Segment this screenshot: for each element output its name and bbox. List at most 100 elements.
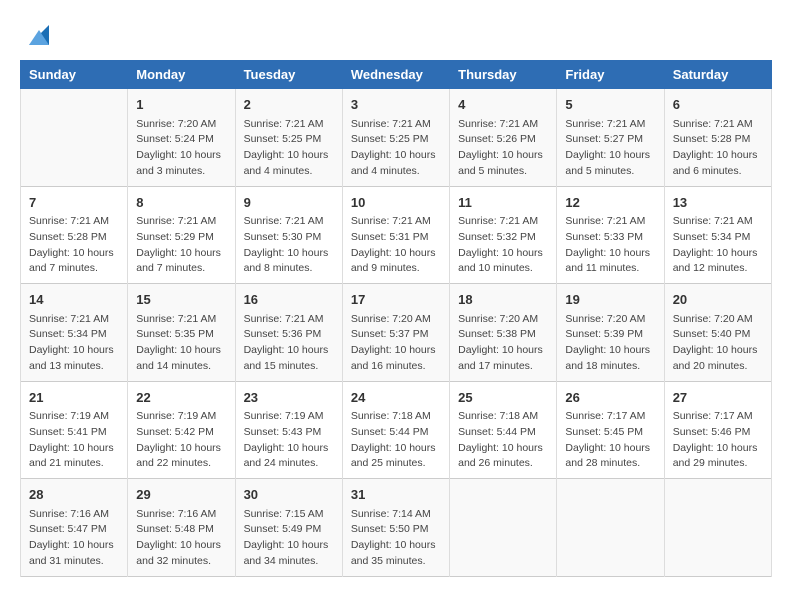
calendar-cell: 3Sunrise: 7:21 AMSunset: 5:25 PMDaylight… bbox=[342, 89, 449, 187]
day-info: Sunrise: 7:16 AM bbox=[136, 507, 226, 523]
calendar-cell: 4Sunrise: 7:21 AMSunset: 5:26 PMDaylight… bbox=[450, 89, 557, 187]
day-info: Sunrise: 7:18 AM bbox=[351, 409, 441, 425]
header-saturday: Saturday bbox=[664, 61, 771, 89]
header-sunday: Sunday bbox=[21, 61, 128, 89]
calendar-cell: 9Sunrise: 7:21 AMSunset: 5:30 PMDaylight… bbox=[235, 186, 342, 284]
day-info: and 25 minutes. bbox=[351, 456, 441, 472]
calendar-cell bbox=[557, 479, 664, 577]
day-number: 12 bbox=[565, 193, 655, 213]
day-info: Sunset: 5:35 PM bbox=[136, 327, 226, 343]
day-info: Sunrise: 7:21 AM bbox=[351, 214, 441, 230]
day-info: Daylight: 10 hours bbox=[565, 148, 655, 164]
day-number: 23 bbox=[244, 388, 334, 408]
day-info: Daylight: 10 hours bbox=[673, 148, 763, 164]
day-info: Sunrise: 7:14 AM bbox=[351, 507, 441, 523]
day-info: Daylight: 10 hours bbox=[673, 441, 763, 457]
day-info: Daylight: 10 hours bbox=[29, 246, 119, 262]
calendar-cell: 22Sunrise: 7:19 AMSunset: 5:42 PMDayligh… bbox=[128, 381, 235, 479]
calendar-week-row: 7Sunrise: 7:21 AMSunset: 5:28 PMDaylight… bbox=[21, 186, 772, 284]
day-info: Sunrise: 7:21 AM bbox=[136, 312, 226, 328]
day-info: Sunset: 5:25 PM bbox=[244, 132, 334, 148]
calendar-cell: 19Sunrise: 7:20 AMSunset: 5:39 PMDayligh… bbox=[557, 284, 664, 382]
day-number: 3 bbox=[351, 95, 441, 115]
day-info: Daylight: 10 hours bbox=[565, 441, 655, 457]
header-tuesday: Tuesday bbox=[235, 61, 342, 89]
day-number: 8 bbox=[136, 193, 226, 213]
day-info: Sunset: 5:47 PM bbox=[29, 522, 119, 538]
day-info: and 4 minutes. bbox=[244, 164, 334, 180]
day-number: 14 bbox=[29, 290, 119, 310]
day-info: and 35 minutes. bbox=[351, 554, 441, 570]
day-info: Daylight: 10 hours bbox=[351, 148, 441, 164]
day-number: 15 bbox=[136, 290, 226, 310]
day-info: Sunset: 5:44 PM bbox=[351, 425, 441, 441]
day-number: 17 bbox=[351, 290, 441, 310]
page-header bbox=[20, 20, 772, 50]
day-info: Sunrise: 7:21 AM bbox=[244, 117, 334, 133]
calendar-cell: 25Sunrise: 7:18 AMSunset: 5:44 PMDayligh… bbox=[450, 381, 557, 479]
calendar-cell: 15Sunrise: 7:21 AMSunset: 5:35 PMDayligh… bbox=[128, 284, 235, 382]
day-info: Daylight: 10 hours bbox=[136, 148, 226, 164]
day-number: 19 bbox=[565, 290, 655, 310]
calendar-cell: 5Sunrise: 7:21 AMSunset: 5:27 PMDaylight… bbox=[557, 89, 664, 187]
day-info: and 20 minutes. bbox=[673, 359, 763, 375]
day-number: 25 bbox=[458, 388, 548, 408]
day-info: and 13 minutes. bbox=[29, 359, 119, 375]
day-info: Sunset: 5:33 PM bbox=[565, 230, 655, 246]
day-info: Sunrise: 7:21 AM bbox=[351, 117, 441, 133]
calendar-cell: 16Sunrise: 7:21 AMSunset: 5:36 PMDayligh… bbox=[235, 284, 342, 382]
day-info: Daylight: 10 hours bbox=[351, 343, 441, 359]
day-info: and 18 minutes. bbox=[565, 359, 655, 375]
day-info: Sunrise: 7:20 AM bbox=[673, 312, 763, 328]
day-number: 4 bbox=[458, 95, 548, 115]
day-info: and 8 minutes. bbox=[244, 261, 334, 277]
calendar-cell: 20Sunrise: 7:20 AMSunset: 5:40 PMDayligh… bbox=[664, 284, 771, 382]
header-friday: Friday bbox=[557, 61, 664, 89]
day-info: Sunrise: 7:21 AM bbox=[673, 214, 763, 230]
day-number: 6 bbox=[673, 95, 763, 115]
day-info: and 7 minutes. bbox=[29, 261, 119, 277]
day-info: and 21 minutes. bbox=[29, 456, 119, 472]
day-info: and 31 minutes. bbox=[29, 554, 119, 570]
day-info: Sunset: 5:50 PM bbox=[351, 522, 441, 538]
day-info: Sunset: 5:27 PM bbox=[565, 132, 655, 148]
day-number: 20 bbox=[673, 290, 763, 310]
day-info: Sunrise: 7:21 AM bbox=[244, 214, 334, 230]
day-info: Daylight: 10 hours bbox=[458, 441, 548, 457]
calendar-week-row: 14Sunrise: 7:21 AMSunset: 5:34 PMDayligh… bbox=[21, 284, 772, 382]
calendar-table: SundayMondayTuesdayWednesdayThursdayFrid… bbox=[20, 60, 772, 577]
header-wednesday: Wednesday bbox=[342, 61, 449, 89]
day-number: 1 bbox=[136, 95, 226, 115]
day-info: Daylight: 10 hours bbox=[458, 343, 548, 359]
day-info: Sunrise: 7:16 AM bbox=[29, 507, 119, 523]
calendar-week-row: 28Sunrise: 7:16 AMSunset: 5:47 PMDayligh… bbox=[21, 479, 772, 577]
calendar-cell: 24Sunrise: 7:18 AMSunset: 5:44 PMDayligh… bbox=[342, 381, 449, 479]
day-info: Sunrise: 7:19 AM bbox=[244, 409, 334, 425]
day-info: Sunrise: 7:21 AM bbox=[29, 312, 119, 328]
day-info: Daylight: 10 hours bbox=[673, 246, 763, 262]
calendar-cell: 31Sunrise: 7:14 AMSunset: 5:50 PMDayligh… bbox=[342, 479, 449, 577]
day-info: Sunset: 5:36 PM bbox=[244, 327, 334, 343]
day-info: and 5 minutes. bbox=[458, 164, 548, 180]
calendar-cell: 29Sunrise: 7:16 AMSunset: 5:48 PMDayligh… bbox=[128, 479, 235, 577]
day-info: Sunset: 5:46 PM bbox=[673, 425, 763, 441]
day-info: and 4 minutes. bbox=[351, 164, 441, 180]
day-info: and 3 minutes. bbox=[136, 164, 226, 180]
day-info: Sunset: 5:31 PM bbox=[351, 230, 441, 246]
day-info: and 9 minutes. bbox=[351, 261, 441, 277]
day-info: Sunset: 5:49 PM bbox=[244, 522, 334, 538]
day-info: Daylight: 10 hours bbox=[351, 538, 441, 554]
day-info: Sunrise: 7:17 AM bbox=[673, 409, 763, 425]
day-info: Daylight: 10 hours bbox=[565, 343, 655, 359]
day-info: Sunrise: 7:17 AM bbox=[565, 409, 655, 425]
calendar-cell: 14Sunrise: 7:21 AMSunset: 5:34 PMDayligh… bbox=[21, 284, 128, 382]
day-info: Daylight: 10 hours bbox=[244, 343, 334, 359]
day-info: Daylight: 10 hours bbox=[244, 538, 334, 554]
day-number: 7 bbox=[29, 193, 119, 213]
day-info: Sunset: 5:24 PM bbox=[136, 132, 226, 148]
day-info: Sunset: 5:30 PM bbox=[244, 230, 334, 246]
day-info: Daylight: 10 hours bbox=[136, 441, 226, 457]
header-monday: Monday bbox=[128, 61, 235, 89]
calendar-cell: 7Sunrise: 7:21 AMSunset: 5:28 PMDaylight… bbox=[21, 186, 128, 284]
calendar-cell bbox=[664, 479, 771, 577]
